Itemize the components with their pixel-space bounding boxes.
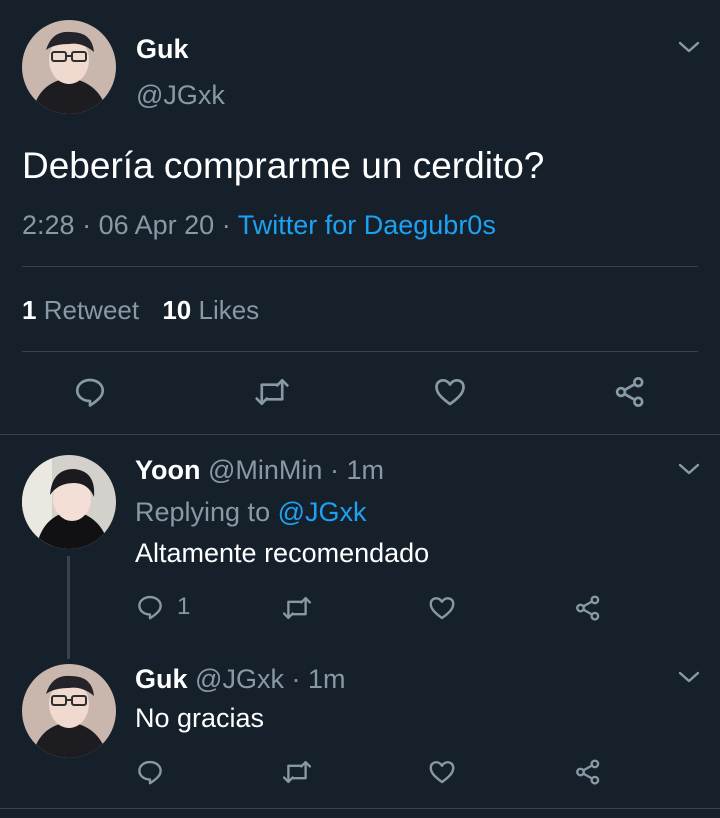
avatar-image (22, 20, 116, 114)
avatar-image (22, 455, 116, 549)
tweet-source-link[interactable]: Twitter for Daegubr0s (238, 210, 496, 240)
reply-author-handle[interactable]: @JGxk (195, 664, 284, 694)
tweet-meta: 2:28 · 06 Apr 20 · Twitter for Daegubr0s (22, 210, 496, 241)
like-icon[interactable] (427, 593, 457, 623)
tweet-text: Debería comprarme un cerdito? (22, 145, 545, 186)
retweet-count: 1 (22, 295, 37, 325)
reply-text: No gracias (135, 703, 265, 733)
reply-text: Altamente recomendado (135, 538, 430, 568)
reply-time: 1m (307, 664, 346, 694)
avatar-image (22, 664, 116, 758)
divider (0, 808, 720, 809)
reply-time: 1m (346, 455, 384, 485)
share-icon[interactable] (612, 374, 648, 410)
meta-separator: · (291, 664, 301, 694)
reply-icon[interactable] (135, 757, 165, 787)
like-icon[interactable] (427, 757, 457, 787)
retweet-label: Retweet (43, 295, 140, 325)
chevron-down-icon[interactable] (678, 40, 700, 54)
reply-header: Yoon @MinMin · 1m (135, 455, 384, 486)
chevron-down-icon[interactable] (678, 670, 700, 684)
reply-header: Guk @JGxk · 1m (135, 664, 346, 695)
reply-icon[interactable] (72, 374, 108, 410)
author-handle[interactable]: @JGxk (136, 80, 225, 111)
divider (22, 351, 698, 352)
avatar[interactable] (22, 664, 116, 758)
reply-author-name[interactable]: Guk (135, 664, 188, 694)
retweet-icon[interactable] (281, 757, 313, 787)
retweet-stat[interactable]: 1 Retweet (22, 295, 146, 325)
like-icon[interactable] (432, 374, 468, 410)
reply-action[interactable]: 1 (135, 592, 190, 622)
meta-separator: · (221, 210, 231, 240)
like-count: 10 (162, 295, 192, 325)
reply-icon (138, 595, 162, 620)
like-label: Likes (198, 295, 260, 325)
share-icon[interactable] (573, 757, 603, 787)
divider (22, 266, 698, 267)
avatar[interactable] (22, 20, 116, 114)
reply-count: 1 (177, 593, 191, 620)
replying-to-handle-link[interactable]: @JGxk (278, 497, 367, 527)
share-icon[interactable] (573, 593, 603, 623)
like-stat[interactable]: 10 Likes (162, 295, 259, 325)
divider (0, 434, 720, 435)
avatar[interactable] (22, 455, 116, 549)
chevron-down-icon[interactable] (678, 462, 700, 476)
meta-separator: · (82, 210, 92, 240)
replying-to: Replying to @JGxk (135, 497, 367, 528)
author-name[interactable]: Guk (136, 34, 189, 65)
reply-author-name[interactable]: Yoon (135, 455, 200, 485)
meta-separator: · (329, 455, 339, 485)
reply-author-handle[interactable]: @MinMin (208, 455, 322, 485)
tweet-date: 06 Apr 20 (98, 210, 215, 240)
retweet-icon[interactable] (281, 593, 313, 623)
retweet-icon[interactable] (253, 374, 291, 410)
engagement-stats: 1 Retweet 10 Likes (22, 295, 259, 326)
tweet-time: 2:28 (22, 210, 75, 240)
thread-line (67, 556, 70, 659)
replying-to-label: Replying to (135, 497, 271, 527)
